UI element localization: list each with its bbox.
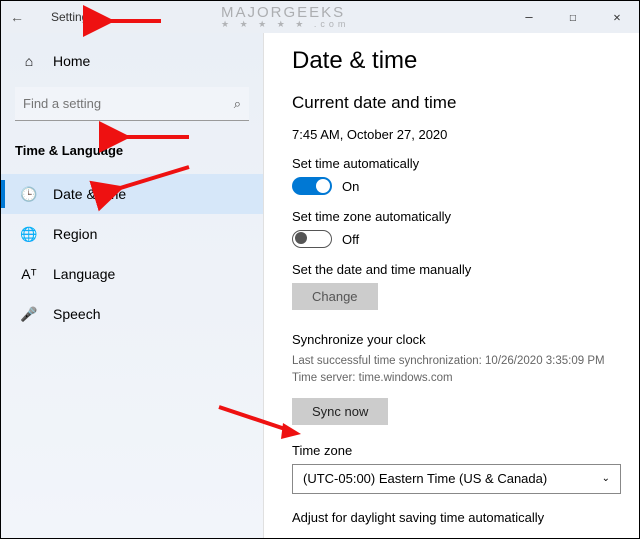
tz-heading: Time zone bbox=[292, 443, 621, 458]
section-current: Current date and time bbox=[292, 93, 621, 113]
search-input[interactable] bbox=[23, 96, 234, 111]
sidebar-item-label: Region bbox=[53, 226, 97, 242]
sidebar-item-region[interactable]: 🌐 Region bbox=[1, 214, 263, 254]
timezone-value: (UTC-05:00) Eastern Time (US & Canada) bbox=[303, 471, 547, 486]
sync-heading: Synchronize your clock bbox=[292, 332, 621, 347]
home-icon: ⌂ bbox=[19, 53, 39, 69]
manual-set-label: Set the date and time manually bbox=[292, 262, 621, 277]
sync-info: Last successful time synchronization: 10… bbox=[292, 353, 621, 388]
toggle-switch-on[interactable] bbox=[292, 177, 332, 195]
toggle-value: On bbox=[342, 179, 359, 194]
globe-icon: 🌐 bbox=[19, 226, 39, 243]
window-title: Settings bbox=[51, 10, 94, 24]
auto-tz-toggle[interactable]: Off bbox=[292, 230, 621, 248]
home-label: Home bbox=[53, 53, 90, 69]
change-button[interactable]: Change bbox=[292, 283, 378, 310]
sidebar-item-date-time[interactable]: 🕒 Date & time bbox=[1, 174, 263, 214]
search-box[interactable]: ⌕ bbox=[15, 87, 249, 121]
auto-time-label: Set time automatically bbox=[292, 156, 621, 171]
sync-server: Time server: time.windows.com bbox=[292, 372, 453, 384]
maximize-button[interactable]: ☐ bbox=[551, 1, 595, 33]
sidebar-item-language[interactable]: Aᵀ Language bbox=[1, 254, 263, 294]
watermark: MAJORGEEKS ★ ★ ★ ★ ★ .com bbox=[221, 5, 349, 29]
auto-time-toggle[interactable]: On bbox=[292, 177, 621, 195]
auto-tz-label: Set time zone automatically bbox=[292, 209, 621, 224]
dst-heading: Adjust for daylight saving time automati… bbox=[292, 510, 621, 525]
page-title: Date & time bbox=[292, 47, 621, 75]
search-icon: ⌕ bbox=[234, 96, 241, 112]
sidebar-item-speech[interactable]: 🎤 Speech bbox=[1, 294, 263, 334]
clock-icon: 🕒 bbox=[19, 186, 39, 203]
close-button[interactable]: ✕ bbox=[595, 1, 639, 33]
sidebar-item-home[interactable]: ⌂ Home bbox=[1, 41, 263, 81]
sidebar-group-header: Time & Language bbox=[1, 135, 263, 164]
sidebar-item-label: Speech bbox=[53, 306, 100, 322]
microphone-icon: 🎤 bbox=[19, 306, 39, 323]
back-button[interactable]: ← bbox=[1, 9, 33, 25]
timezone-select[interactable]: (UTC-05:00) Eastern Time (US & Canada) ⌄ bbox=[292, 464, 621, 494]
sidebar-item-label: Date & time bbox=[53, 186, 126, 202]
toggle-switch-off[interactable] bbox=[292, 230, 332, 248]
chevron-down-icon: ⌄ bbox=[602, 473, 610, 484]
main-panel: Date & time Current date and time 7:45 A… bbox=[264, 33, 639, 538]
sidebar-item-label: Language bbox=[53, 266, 115, 282]
current-datetime: 7:45 AM, October 27, 2020 bbox=[292, 127, 621, 142]
toggle-value: Off bbox=[342, 232, 359, 247]
language-icon: Aᵀ bbox=[19, 266, 39, 282]
sync-now-button[interactable]: Sync now bbox=[292, 398, 388, 425]
sync-last: Last successful time synchronization: 10… bbox=[292, 355, 605, 367]
minimize-button[interactable]: — bbox=[507, 1, 551, 33]
sidebar: ⌂ Home ⌕ Time & Language 🕒 Date & time 🌐… bbox=[1, 33, 264, 538]
